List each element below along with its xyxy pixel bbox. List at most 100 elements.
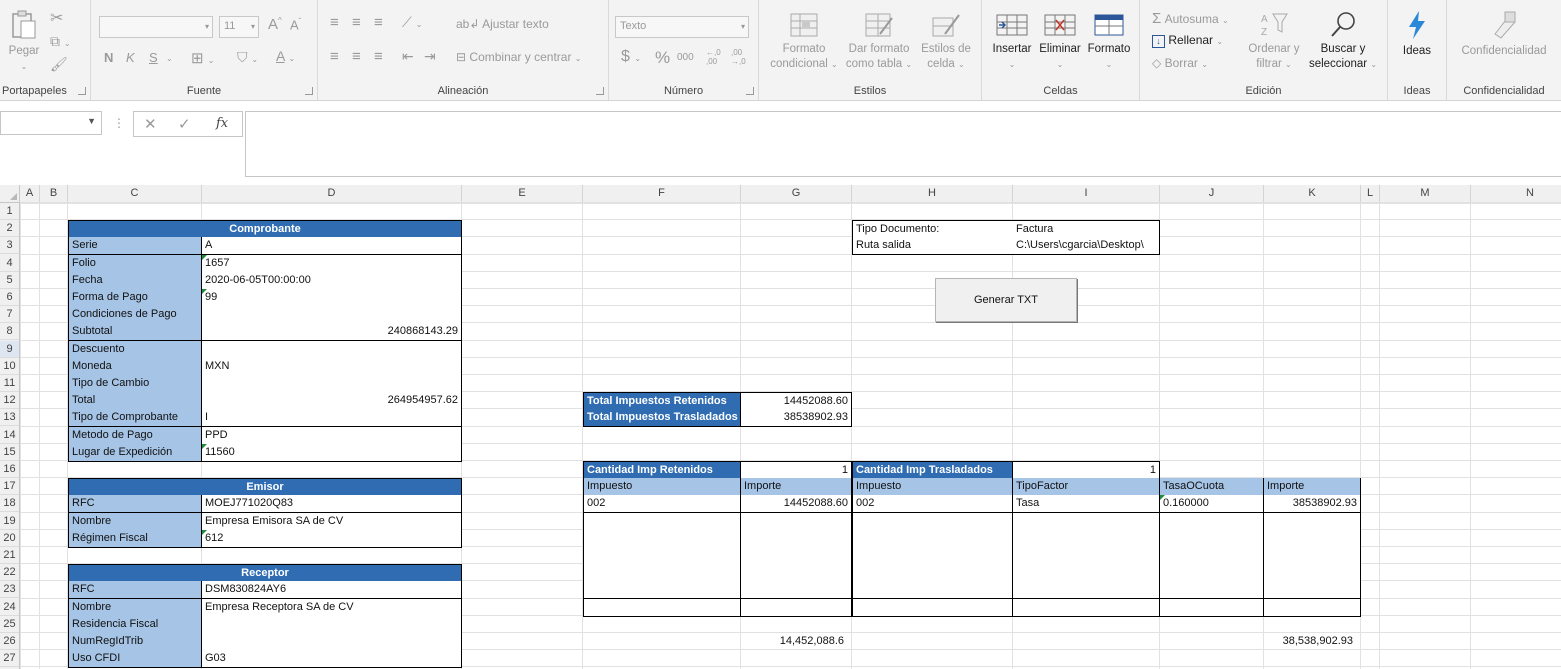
row-header-17[interactable]: 17 (0, 478, 19, 495)
retenidos-impuesto-cell[interactable] (583, 547, 741, 565)
align-left-icon[interactable]: ≡ (330, 48, 339, 65)
row-header-4[interactable]: 4 (0, 255, 19, 272)
confidentiality-button[interactable]: Confidencialidad (1451, 10, 1557, 59)
retenidos-impuesto-cell[interactable] (583, 513, 741, 531)
row-header-27[interactable]: 27 (0, 650, 19, 667)
emisor-header[interactable]: Emisor (68, 478, 462, 496)
trasladados-tasa-cell[interactable] (1160, 513, 1264, 531)
total-trasladados-value[interactable]: 38538902.93 (741, 409, 852, 427)
clear-button[interactable]: ◇ Borrar ⌄ (1152, 56, 1208, 70)
retenidos-impuesto-cell[interactable] (583, 564, 741, 582)
clipboard-launcher-icon[interactable] (78, 87, 86, 95)
receptor-value[interactable] (202, 633, 462, 651)
total-retenidos-label[interactable]: Total Impuestos Retenidos (583, 392, 741, 410)
comprobante-value[interactable]: I (202, 409, 462, 427)
row-header-6[interactable]: 6 (0, 289, 19, 306)
align-top-icon[interactable]: ≡ (330, 14, 339, 31)
comprobante-value[interactable] (202, 375, 462, 393)
align-bottom-icon[interactable]: ≡ (374, 14, 383, 31)
trasladados-importe-cell[interactable] (1264, 530, 1361, 548)
comprobante-label[interactable]: Folio (68, 255, 202, 273)
emisor-label[interactable]: Nombre (68, 513, 202, 531)
trasladados-importe-cell[interactable] (1264, 564, 1361, 582)
merge-center-button[interactable]: ⊟ Combinar y centrar ⌄ (456, 50, 582, 64)
fill-button[interactable]: ↓ Rellenar ⌄ (1152, 33, 1223, 48)
cantidad-retenidos-label[interactable]: Cantidad Imp Retenidos (583, 461, 741, 479)
column-header-e[interactable]: E (462, 185, 583, 202)
bold-button[interactable]: N (104, 50, 113, 65)
comprobante-label[interactable]: Fecha (68, 272, 202, 290)
copy-icon[interactable]: ⧉ ⌄ (50, 33, 71, 50)
trasladados-impuesto-cell[interactable] (852, 530, 1013, 548)
retenidos-importe-cell[interactable] (741, 564, 852, 582)
column-header-m[interactable]: M (1380, 185, 1471, 202)
trasladados-tipofactor-cell[interactable] (1013, 599, 1160, 617)
row-header-26[interactable]: 26 (0, 633, 19, 650)
align-right-icon[interactable]: ≡ (374, 48, 383, 65)
row-header-21[interactable]: 21 (0, 547, 19, 564)
number-launcher-icon[interactable] (746, 87, 754, 95)
receptor-label[interactable]: Uso CFDI (68, 650, 202, 668)
comprobante-label[interactable]: Descuento (68, 341, 202, 359)
cell-styles-button[interactable]: Estilos de celda ⌄ (915, 12, 977, 72)
formula-input[interactable] (245, 111, 1561, 177)
trasladados-col-tipofactor[interactable]: TipoFactor (1013, 478, 1160, 496)
row-header-8[interactable]: 8 (0, 323, 19, 340)
font-size-select[interactable]: 11 ▾ (219, 16, 259, 38)
receptor-label[interactable]: Residencia Fiscal (68, 616, 202, 634)
row-header-12[interactable]: 12 (0, 392, 19, 409)
receptor-label[interactable]: RFC (68, 581, 202, 599)
comprobante-value[interactable]: A (202, 237, 462, 255)
italic-button[interactable]: K (126, 50, 135, 65)
comprobante-value[interactable]: 11560 (202, 444, 462, 462)
shrink-font-icon[interactable]: Aˇ (290, 17, 301, 32)
emisor-value[interactable]: MOEJ771020Q83 (202, 495, 462, 513)
ruta-salida-value[interactable]: C:\Users\cgarcia\Desktop\ (1013, 237, 1160, 255)
font-color-icon[interactable]: A ⌄ (276, 48, 295, 64)
comprobante-value[interactable]: 2020-06-05T00:00:00 (202, 272, 462, 290)
trasladados-col-impuesto[interactable]: Impuesto (852, 478, 1013, 496)
trasladados-tasa-cell[interactable] (1160, 581, 1264, 599)
alignment-launcher-icon[interactable] (596, 87, 604, 95)
row-header-25[interactable]: 25 (0, 616, 19, 633)
trasladados-importe-cell[interactable] (1264, 581, 1361, 599)
percent-button[interactable]: % (655, 48, 670, 68)
thousands-button[interactable]: 000 (677, 52, 694, 63)
retenidos-importe-cell[interactable] (741, 530, 852, 548)
row-header-1[interactable]: 1 (0, 203, 19, 220)
row-header-11[interactable]: 11 (0, 375, 19, 392)
column-header-h[interactable]: H (852, 185, 1013, 202)
sort-filter-button[interactable]: AZ Ordenar y filtrar ⌄ (1244, 10, 1304, 72)
receptor-label[interactable]: NumRegIdTrib (68, 633, 202, 651)
row-header-15[interactable]: 15 (0, 444, 19, 461)
generate-txt-button[interactable]: Generar TXT (935, 278, 1077, 322)
retenidos-col-impuesto[interactable]: Impuesto (583, 478, 741, 496)
trasladados-tasa-cell[interactable] (1160, 547, 1264, 565)
receptor-label[interactable]: Nombre (68, 599, 202, 617)
formula-bar-grip-icon[interactable]: ⋮ (113, 116, 125, 130)
delete-button[interactable]: Eliminar ⌄ (1036, 12, 1084, 72)
trasladados-impuesto-cell[interactable] (852, 547, 1013, 565)
emisor-value[interactable]: 612 (202, 530, 462, 548)
trasladados-impuesto-cell[interactable]: 002 (852, 495, 1013, 513)
find-select-button[interactable]: Buscar y seleccionar ⌄ (1304, 10, 1382, 72)
comprobante-value[interactable]: MXN (202, 358, 462, 376)
insert-function-icon[interactable]: fx (216, 116, 228, 131)
comprobante-header[interactable]: Comprobante (68, 220, 462, 238)
trasladados-tipofactor-cell[interactable] (1013, 513, 1160, 531)
comprobante-label[interactable]: Metodo de Pago (68, 427, 202, 445)
total-trasladados-label[interactable]: Total Impuestos Trasladados (583, 409, 741, 427)
row-header-18[interactable]: 18 (0, 495, 19, 512)
trasladados-tasa-cell[interactable]: 0.160000 (1160, 495, 1264, 513)
retenidos-col-importe[interactable]: Importe (741, 478, 852, 496)
emisor-value[interactable]: Empresa Emisora SA de CV (202, 513, 462, 531)
format-button[interactable]: Formato ⌄ (1084, 12, 1134, 72)
currency-button[interactable]: $ ⌄ (621, 48, 641, 66)
format-as-table-button[interactable]: Dar formato como tabla ⌄ (843, 12, 915, 72)
column-header-a[interactable]: A (20, 185, 40, 202)
format-painter-icon[interactable]: 🖌 (50, 56, 68, 73)
column-header-i[interactable]: I (1013, 185, 1160, 202)
trasladados-impuesto-cell[interactable] (852, 581, 1013, 599)
comprobante-value[interactable]: 1657 (202, 255, 462, 273)
comprobante-label[interactable]: Forma de Pago (68, 289, 202, 307)
